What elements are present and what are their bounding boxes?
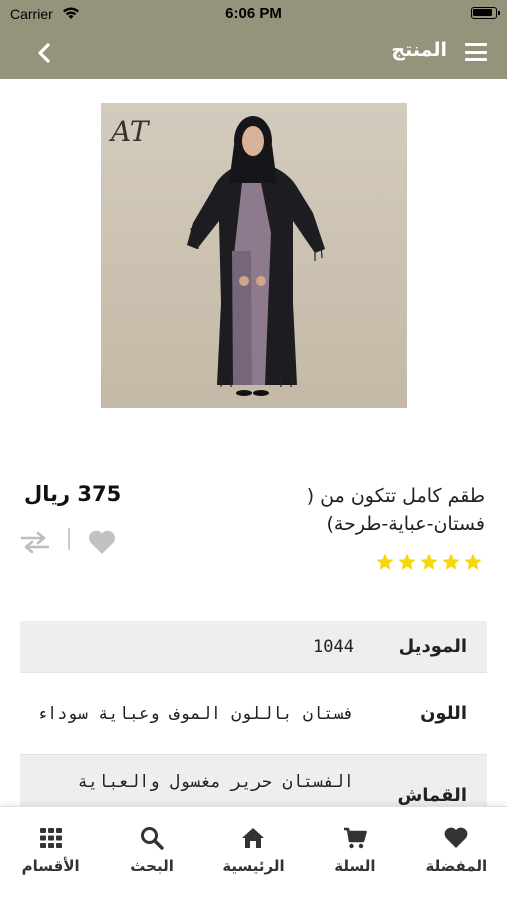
spec-label: اللون xyxy=(420,703,467,724)
tab-label: المفضلة xyxy=(425,857,488,875)
star-icon xyxy=(442,553,460,570)
product-price: 375 ريال xyxy=(24,482,122,506)
search-icon xyxy=(141,827,164,850)
tab-cart[interactable]: السلة xyxy=(304,807,405,900)
tab-home[interactable]: الرئيسية xyxy=(203,807,304,900)
home-icon xyxy=(242,828,265,848)
page-title: المنتج xyxy=(391,39,447,61)
specs-table: الموديل 1044 اللون فستان باللون الموف وع… xyxy=(20,621,487,837)
brand-monogram: AT xyxy=(108,115,151,148)
bottom-tab-bar: المفضلة السلة الرئيسية البحث الأقسام xyxy=(0,806,507,900)
tab-categories[interactable]: الأقسام xyxy=(0,807,101,900)
abaya-photo: AT xyxy=(101,103,407,408)
spec-label: الموديل xyxy=(398,636,467,657)
star-icon xyxy=(420,553,438,570)
nav-bar: المنتج xyxy=(0,28,507,79)
tab-search[interactable]: البحث xyxy=(101,807,202,900)
tab-label: السلة xyxy=(334,857,376,875)
compare-icon[interactable] xyxy=(20,530,50,554)
spec-row-color: اللون فستان باللون الموف وعباية سوداء xyxy=(20,673,487,755)
product-title: طقم كامل تتكون من ( فستان-عباية-طرحة) xyxy=(306,485,485,535)
cart-icon xyxy=(343,827,367,849)
status-bar: Carrier 6:06 PM xyxy=(0,0,507,28)
star-icon xyxy=(398,553,416,570)
product-image[interactable]: AT xyxy=(101,103,407,408)
star-icon xyxy=(464,553,482,570)
spec-value: فستان باللون الموف وعباية سوداء xyxy=(36,703,354,724)
chevron-left-icon[interactable] xyxy=(32,40,58,66)
menu-icon[interactable] xyxy=(465,43,487,61)
tab-label: البحث xyxy=(130,857,174,875)
tab-label: الأقسام xyxy=(21,857,80,875)
grid-icon xyxy=(39,828,62,848)
tab-label: الرئيسية xyxy=(222,857,285,875)
tab-favorites[interactable]: المفضلة xyxy=(406,807,507,900)
battery-icon xyxy=(471,7,500,19)
divider xyxy=(68,528,70,550)
status-time: 6:06 PM xyxy=(225,5,282,22)
rating-stars xyxy=(375,552,483,572)
spec-value: 1044 xyxy=(313,636,354,657)
spec-row-model: الموديل 1044 xyxy=(20,621,487,673)
favorite-heart-icon[interactable] xyxy=(87,528,117,556)
star-icon xyxy=(376,553,394,570)
heart-icon xyxy=(444,827,468,848)
